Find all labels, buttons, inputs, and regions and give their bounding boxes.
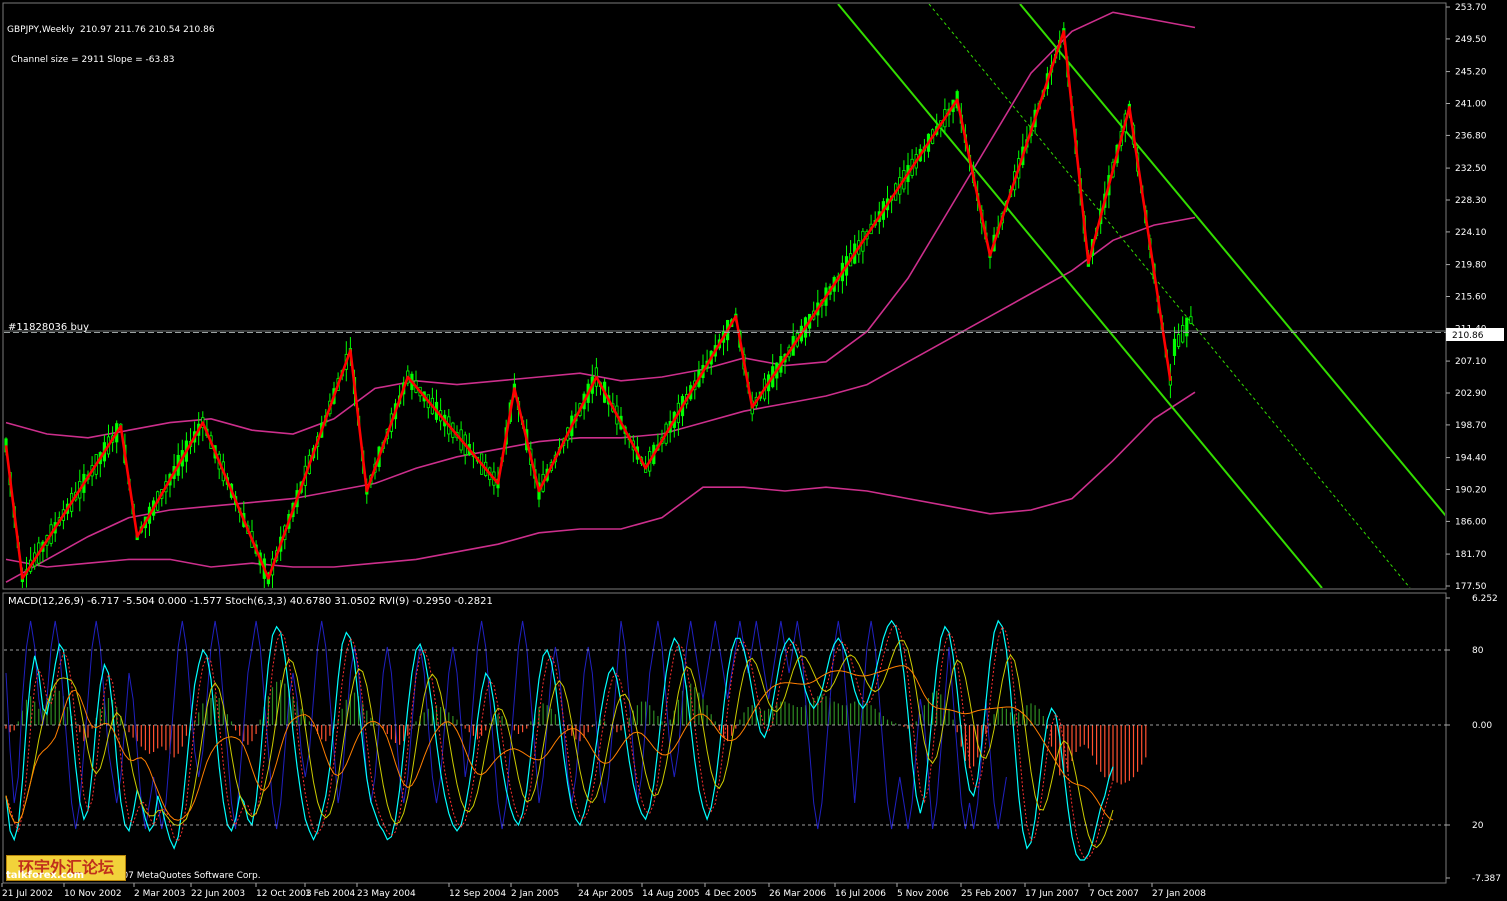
- price-tick-label: 232.50: [1455, 164, 1487, 174]
- time-axis: 21 Jul 2002 10 Nov 2002 2 Mar 2003 22 Jun 2…: [1, 883, 1206, 899]
- time-tick-label: 2 Jan 2005: [511, 889, 559, 899]
- stoch-main-line: [5, 619, 1114, 861]
- channel-middle-line: [928, 4, 1411, 588]
- price-tick-label: 215.60: [1455, 293, 1487, 303]
- current-price-tag: 210.86: [1446, 328, 1504, 341]
- price-tick-label: 190.20: [1455, 486, 1487, 496]
- time-tick-label: 25 Feb 2007: [961, 889, 1017, 899]
- time-tick-label: 4 Dec 2005: [705, 889, 757, 899]
- time-tick-label: 22 Jun 2003: [191, 889, 245, 899]
- time-tick-label: 10 Nov 2002: [64, 889, 122, 899]
- price-tick-label: 198.70: [1455, 421, 1487, 431]
- osc-tick-label: 6.252: [1472, 594, 1498, 604]
- price-tick-label: 253.70: [1455, 3, 1487, 13]
- bollinger-band-lower: [5, 391, 1196, 568]
- time-tick-label: 16 Jul 2006: [835, 889, 886, 899]
- time-tick-label: 26 Mar 2006: [769, 889, 826, 899]
- symbol-ohlc: GBPJPY,Weekly 210.97 211.76 210.54 210.8…: [7, 25, 215, 35]
- time-tick-label: 21 Jul 2002: [2, 889, 53, 899]
- price-tick-label: 207.10: [1455, 357, 1487, 367]
- price-tick-label: 186.00: [1455, 517, 1487, 527]
- osc-tick-label: 20: [1472, 821, 1484, 831]
- price-tick-label: 245.20: [1455, 68, 1487, 78]
- main-chart-frame: [2, 2, 1447, 590]
- chart-header: GBPJPY,Weekly 210.97 211.76 210.54 210.8…: [7, 5, 215, 75]
- price-tick-label: 241.00: [1455, 100, 1487, 110]
- channel-lower-line: [837, 4, 1323, 588]
- bollinger-band-upper: [5, 11, 1196, 439]
- time-tick-label: 12 Oct 2003: [256, 889, 312, 899]
- watermark: talkforex.com: [6, 870, 85, 881]
- price-tick-label: 236.80: [1455, 131, 1487, 141]
- price-tick-label: 228.30: [1455, 196, 1487, 206]
- time-tick-label: 24 Apr 2005: [578, 889, 634, 899]
- bollinger-bands: [5, 11, 1196, 583]
- sub-header: MACD(12,26,9) -6.717 -5.504 0.000 -1.577…: [8, 596, 493, 607]
- osc-tick-label: 0.00: [1472, 721, 1492, 731]
- regression-channel: [837, 4, 1445, 588]
- zigzag-indicator: [4, 30, 1172, 580]
- oscillator-panel: [5, 619, 1147, 861]
- price-tick-label: 249.50: [1455, 35, 1487, 45]
- osc-tick-label: -7.387: [1472, 874, 1501, 884]
- candle-body: [1185, 317, 1189, 337]
- time-tick-label: 12 Sep 2004: [449, 889, 506, 899]
- price-tick-label: 219.80: [1455, 261, 1487, 271]
- channel-upper-line: [1019, 4, 1445, 517]
- time-tick-label: 2 Mar 2003: [134, 889, 185, 899]
- osc-tick-label: 80: [1472, 646, 1484, 656]
- bollinger-band-middle: [5, 216, 1196, 583]
- price-tick-label: 177.50: [1455, 582, 1487, 592]
- order-label: #11828036 buy: [8, 322, 89, 333]
- time-tick-label: 1 Feb 2004: [305, 889, 356, 899]
- candle-body: [1177, 334, 1181, 347]
- channel-info: Channel size = 2911 Slope = -63.83: [11, 55, 175, 65]
- time-tick-label: 23 May 2004: [357, 889, 416, 899]
- chart-canvas[interactable]: 253.70 249.50 245.20 241.00 236.80 232.50 228.…: [0, 0, 1507, 901]
- time-tick-label: 5 Nov 2006: [897, 889, 949, 899]
- time-tick-label: 14 Aug 2005: [642, 889, 700, 899]
- price-tick-label: 202.90: [1455, 389, 1487, 399]
- oscillator-axis: 6.252 80 0.00 20 -7.387: [1446, 594, 1501, 884]
- candle-body: [1172, 338, 1177, 356]
- price-axis: 253.70 249.50 245.20 241.00 236.80 232.50 228.…: [1446, 3, 1487, 592]
- current-price-value: 210.86: [1452, 331, 1484, 341]
- price-tick-label: 181.70: [1455, 550, 1487, 560]
- time-tick-label: 17 Jun 2007: [1025, 889, 1079, 899]
- time-tick-label: 27 Jan 2008: [1152, 889, 1206, 899]
- candle-body: [1189, 316, 1193, 324]
- zigzag-line: [4, 30, 1172, 580]
- price-tick-label: 224.10: [1455, 228, 1487, 238]
- price-tick-label: 194.40: [1455, 454, 1487, 464]
- candle-body: [1181, 325, 1185, 343]
- time-tick-label: 7 Oct 2007: [1089, 889, 1139, 899]
